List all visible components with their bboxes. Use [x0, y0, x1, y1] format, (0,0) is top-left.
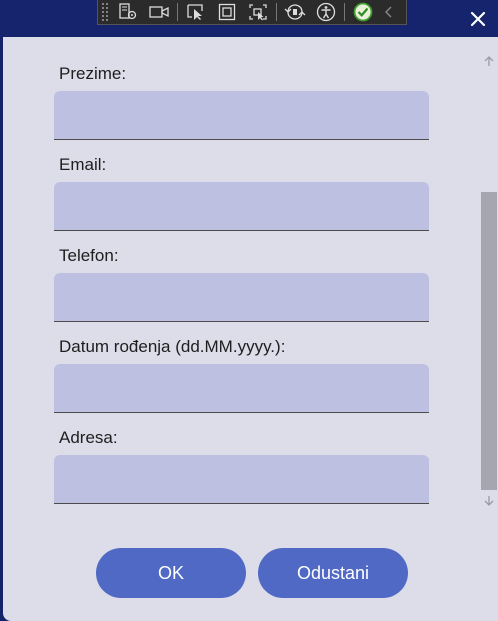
binding-ok-icon: [353, 2, 373, 22]
toolbar-separator: [276, 3, 277, 21]
scroll-up-button[interactable]: [480, 53, 498, 69]
chevron-up-icon: [484, 56, 494, 66]
debug-toolbar: [97, 0, 407, 25]
address-input[interactable]: [54, 455, 429, 504]
ok-button[interactable]: OK: [96, 548, 246, 598]
select-element-button[interactable]: [183, 1, 209, 23]
select-element-icon: [187, 4, 203, 20]
scroll-down-button[interactable]: [480, 493, 498, 509]
email-label: Email:: [59, 155, 107, 174]
surname-input[interactable]: [54, 91, 429, 140]
record-icon: [149, 6, 169, 18]
toolbar-grip[interactable]: [101, 2, 109, 22]
close-button[interactable]: [466, 7, 490, 31]
address-label: Adresa:: [59, 428, 118, 447]
track-focus-button[interactable]: [245, 1, 271, 23]
toolbar-separator: [344, 3, 345, 21]
accessibility-button[interactable]: [313, 1, 339, 23]
phone-input[interactable]: [54, 273, 429, 322]
display-layout-adorners-button[interactable]: [214, 1, 240, 23]
birthdate-label: Datum rođenja (dd.MM.yyyy.):: [59, 337, 286, 356]
birthdate-input[interactable]: [54, 364, 429, 413]
dialog-window: Prezime: Email: Telefon: Datum rođenja (…: [0, 0, 498, 621]
email-input[interactable]: [54, 182, 429, 231]
display-layout-adorners-icon: [218, 3, 236, 21]
hot-reload-icon: [284, 4, 306, 20]
form-content: Prezime: Email: Telefon: Datum rođenja (…: [3, 37, 498, 621]
collapse-toolbar-button[interactable]: [381, 1, 395, 23]
record-button[interactable]: [146, 1, 172, 23]
chevron-down-icon: [484, 496, 494, 506]
vertical-scrollbar[interactable]: [480, 47, 498, 517]
hot-reload-button[interactable]: [282, 1, 308, 23]
surname-label: Prezime:: [59, 64, 127, 83]
live-visual-tree-icon: [119, 3, 137, 20]
toolbar-separator: [177, 3, 178, 21]
accessibility-icon: [316, 2, 336, 22]
scroll-thumb[interactable]: [481, 192, 497, 490]
close-icon: [470, 11, 486, 27]
collapse-icon: [385, 6, 392, 18]
track-focus-icon: [249, 4, 267, 21]
cancel-button[interactable]: Odustani: [258, 548, 408, 598]
live-visual-tree-button[interactable]: [115, 1, 141, 23]
phone-label: Telefon:: [59, 246, 119, 265]
binding-status-button[interactable]: [350, 1, 376, 23]
